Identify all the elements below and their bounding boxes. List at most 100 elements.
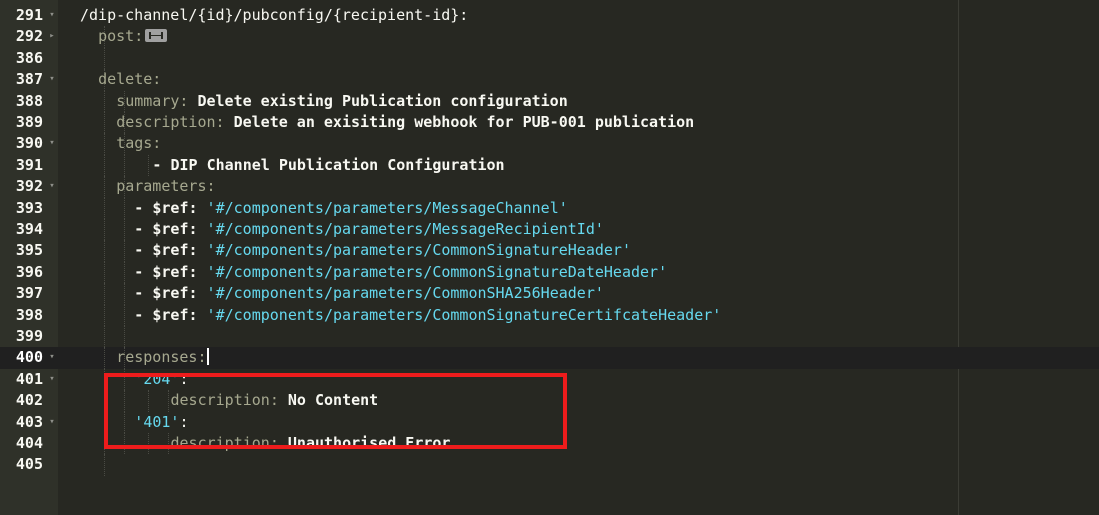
indent-guide [104,326,105,348]
code-token: Delete an exisiting webhook for PUB-001 … [224,113,695,131]
code-line[interactable]: 394 - $ref: '#/components/parameters/Mess… [0,219,1099,241]
code-token: '#/components/parameters/CommonSignature… [197,262,668,281]
line-text: - $ref: '#/components/parameters/Message… [134,198,567,219]
code-line[interactable]: 388 summary: Delete existing Publication … [0,90,1099,112]
fold-open-icon[interactable]: ▾ [47,412,57,433]
line-number: 404 [15,434,43,452]
indent-guide [124,219,125,241]
indent-guide [124,304,125,326]
code-token: description: [116,113,225,131]
code-token: - [134,220,153,238]
code-line[interactable]: 397 - $ref: '#/components/parameters/Comm… [0,283,1099,305]
code-line[interactable]: 399 [0,326,1099,348]
line-number: 405 [15,455,43,474]
line-text: delete: [98,69,161,90]
code-token: - [134,284,153,303]
indent-guide [124,326,125,348]
code-line[interactable]: 389 description: Delete an exisiting webh… [0,112,1099,134]
line-number: 393 [15,198,43,217]
code-token: - DIP Channel Publication Configuration [152,155,505,174]
line-text: - $ref: '#/components/parameters/Message… [134,219,604,240]
code-line[interactable]: 400 ▾ responses: [0,347,1099,369]
code-token: '#/components/parameters/MessageChannel' [197,198,568,217]
code-token: $ref: [152,284,198,303]
indent-guide [104,47,105,70]
code-token: $ref: [152,220,198,238]
fold-open-icon[interactable]: ▾ [47,176,57,197]
code-token: summary: [116,91,189,110]
code-token: responses: [116,348,207,367]
code-line[interactable]: 392 ▾ parameters: [0,176,1099,198]
indent-guide [124,154,125,177]
indent-guide [104,90,105,112]
indent-guide [148,154,149,177]
code-token: - [134,241,153,260]
code-token: '#/components/parameters/CommonSignature… [197,305,722,324]
line-number: 391 [15,155,43,174]
code-line[interactable]: 396 - $ref: '#/components/parameters/Comm… [0,261,1099,284]
code-token: Delete existing Publication configuratio… [188,91,568,110]
indent-guide [104,261,105,284]
code-token: - [134,198,153,217]
indent-guide [124,261,125,284]
line-text: parameters: [116,176,215,197]
fold-open-icon[interactable]: ▾ [47,133,57,154]
line-text: - $ref: '#/components/parameters/CommonS… [134,262,667,283]
line-number: 390 [15,134,43,153]
line-number: 397 [15,284,43,303]
code-token: '#/components/parameters/MessageRecipien… [197,220,604,238]
collapsed-fold-icon[interactable] [145,29,168,43]
indent-guide [104,219,105,241]
line-text: post: [98,26,168,47]
fold-open-icon[interactable]: ▾ [47,347,57,368]
line-text: description: Delete an exisiting webhook… [116,112,694,133]
code-token: /dip-channel/{id}/pubconfig/{recipient-i… [80,6,469,24]
line-number: 401 [15,369,43,388]
indent-guide [124,283,125,305]
code-line[interactable]: 390 ▾ tags: [0,133,1099,155]
indent-guide [124,197,125,219]
line-text: /dip-channel/{id}/pubconfig/{recipient-i… [80,5,468,26]
line-text: summary: Delete existing Publication con… [116,91,568,112]
line-text: - $ref: '#/components/parameters/CommonS… [134,240,631,261]
code-token: $ref: [152,241,198,260]
line-text: - $ref: '#/components/parameters/CommonS… [134,283,604,304]
fold-closed-icon[interactable]: ▸ [47,26,57,47]
code-token: $ref: [152,262,198,281]
line-number: 291 [15,6,43,24]
fold-open-icon[interactable]: ▾ [47,5,57,26]
code-editor[interactable]: 291 ▾/dip-channel/{id}/pubconfig/{recipie… [0,0,1099,515]
line-number: 389 [15,113,43,131]
fold-open-icon[interactable]: ▾ [47,369,57,390]
indent-guide [104,112,105,134]
code-line[interactable]: 291 ▾ /dip-channel/{id}/pubconfig/{recipie… [0,5,1099,26]
line-number: 394 [15,220,43,238]
text-cursor [206,348,209,366]
code-token: $ref: [152,305,198,324]
code-line[interactable]: 395 - $ref: '#/components/parameters/Comm… [0,240,1099,262]
line-text: - DIP Channel Publication Configuration [152,155,504,176]
code-token: post: [98,27,144,46]
code-token: '#/components/parameters/CommonSignature… [197,241,631,260]
code-line[interactable]: 391 - DIP Channel Publication Configurati… [0,154,1099,177]
indent-guide [124,240,125,262]
line-number: 292 [15,27,43,46]
code-line[interactable]: 398 - $ref: '#/components/parameters/Comm… [0,304,1099,326]
annotation-highlight-box [104,373,567,449]
line-text: tags: [116,133,161,154]
line-number: 400 [15,348,43,367]
fold-open-icon[interactable]: ▾ [47,69,57,90]
code-line[interactable]: 292 ▸ post: [0,26,1099,48]
line-number: 399 [15,327,43,345]
line-number: 388 [15,91,43,110]
indent-guide [104,283,105,305]
code-line[interactable]: 405 [0,454,1099,476]
line-number: 402 [15,391,43,410]
line-text: - $ref: '#/components/parameters/CommonS… [134,305,721,326]
indent-guide [104,304,105,326]
code-line[interactable]: 393 - $ref: '#/components/parameters/Mess… [0,197,1099,219]
code-line[interactable]: 386 [0,47,1099,70]
code-line[interactable]: 387 ▾ delete: [0,69,1099,91]
code-token: - [134,305,153,324]
line-number: 403 [15,412,43,431]
